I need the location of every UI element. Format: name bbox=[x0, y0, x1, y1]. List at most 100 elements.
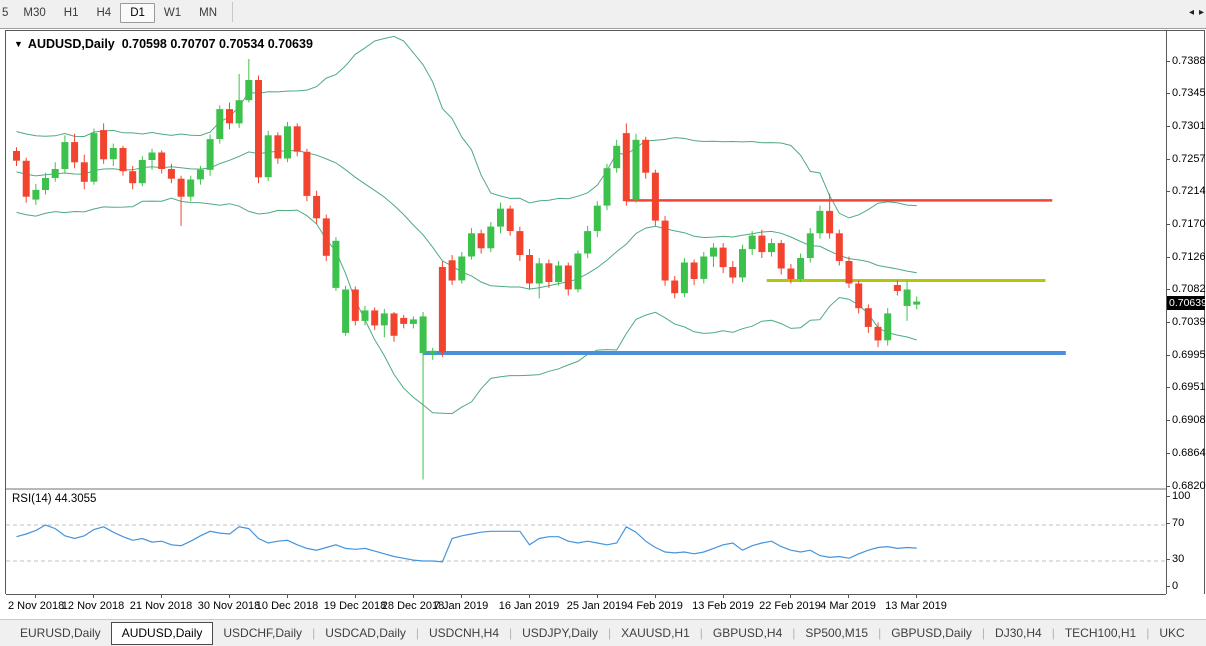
date-axis-label: 13 Feb 2019 bbox=[692, 600, 754, 612]
candle-body bbox=[236, 100, 243, 123]
chevron-down-icon[interactable]: ▼ bbox=[14, 39, 23, 49]
timeframe-button-d1[interactable]: D1 bbox=[120, 3, 155, 23]
chart-tab-dj30-h4[interactable]: DJ30,H4 bbox=[985, 623, 1052, 644]
timeframe-button-w1[interactable]: W1 bbox=[155, 4, 190, 22]
candle-body bbox=[468, 233, 475, 256]
chart-tab-tech100-h1[interactable]: TECH100,H1 bbox=[1055, 623, 1146, 644]
candle-body bbox=[313, 196, 320, 218]
tab-scroll-left-icon[interactable]: ◂ bbox=[1189, 7, 1194, 18]
main-chart-area[interactable]: ▼AUDUSD,Daily 0.70598 0.70707 0.70534 0.… bbox=[6, 31, 1166, 486]
candle-body bbox=[642, 140, 649, 173]
timeframe-button-m30[interactable]: M30 bbox=[14, 4, 54, 22]
timeframe-button-mn[interactable]: MN bbox=[190, 4, 226, 22]
date-axis: 2 Nov 201812 Nov 201821 Nov 201830 Nov 2… bbox=[6, 594, 1166, 618]
candles bbox=[13, 59, 920, 480]
candle-body bbox=[816, 211, 823, 233]
candle-body bbox=[391, 313, 398, 335]
chart-tab-usdcad-daily[interactable]: USDCAD,Daily bbox=[315, 623, 416, 644]
candle-body bbox=[294, 126, 301, 151]
candle-body bbox=[691, 263, 698, 280]
candle-body bbox=[429, 351, 436, 354]
timeframe-button-h4[interactable]: H4 bbox=[87, 4, 120, 22]
chart-tab-usdcnh-h4[interactable]: USDCNH,H4 bbox=[419, 623, 509, 644]
date-axis-label: 4 Mar 2019 bbox=[820, 600, 876, 612]
rsi-axis-label: 0 bbox=[1172, 580, 1178, 592]
date-axis-label: 13 Mar 2019 bbox=[885, 600, 947, 612]
candle-body bbox=[274, 135, 281, 158]
chart-symbol: AUDUSD,Daily bbox=[28, 37, 115, 51]
candle-body bbox=[255, 80, 262, 177]
candle-body bbox=[439, 267, 446, 352]
candle-body bbox=[768, 243, 775, 252]
candle-body bbox=[516, 231, 523, 255]
candle-body bbox=[584, 231, 591, 253]
price-tick bbox=[1167, 126, 1170, 127]
timeframe-button-5[interactable]: 5 bbox=[0, 4, 14, 22]
candle-body bbox=[371, 310, 378, 325]
date-axis-label: 10 Dec 2018 bbox=[256, 600, 318, 612]
candle-body bbox=[284, 126, 291, 158]
price-axis-label: 0.69080 bbox=[1172, 414, 1206, 426]
toolbar-separator bbox=[232, 2, 233, 22]
candle-body bbox=[410, 319, 417, 324]
rsi-indicator-panel[interactable]: RSI(14) 44.3055 bbox=[6, 488, 1166, 594]
bollinger-lower-band bbox=[17, 198, 917, 413]
date-tick bbox=[790, 595, 791, 598]
candle-body bbox=[778, 243, 785, 268]
chart-tab-usdchf-daily[interactable]: USDCHF,Daily bbox=[213, 623, 312, 644]
price-tick bbox=[1167, 257, 1170, 258]
price-axis-label: 0.71700 bbox=[1172, 218, 1206, 230]
chart-tab-gbpusd-daily[interactable]: GBPUSD,Daily bbox=[881, 623, 982, 644]
price-tick bbox=[1167, 93, 1170, 94]
chart-tab-usdjpy-daily[interactable]: USDJPY,Daily bbox=[512, 623, 608, 644]
chart-tab-sp500-m15[interactable]: SP500,M15 bbox=[795, 623, 878, 644]
candle-body bbox=[720, 248, 727, 268]
candle-body bbox=[536, 263, 543, 283]
price-tick bbox=[1167, 61, 1170, 62]
candle-body bbox=[187, 180, 194, 197]
rsi-axis-tick bbox=[1167, 559, 1170, 560]
candle-body bbox=[807, 233, 814, 258]
candle-body bbox=[120, 148, 127, 171]
candle-body bbox=[565, 266, 572, 290]
candle-body bbox=[216, 109, 223, 139]
chart-tab-ukc[interactable]: UKC bbox=[1149, 623, 1194, 644]
chart-tab-gbpusd-h4[interactable]: GBPUSD,H4 bbox=[703, 623, 792, 644]
candle-body bbox=[478, 233, 485, 248]
chart-tab-xauusd-h1[interactable]: XAUUSD,H1 bbox=[611, 623, 700, 644]
rsi-axis-label: 100 bbox=[1172, 490, 1190, 502]
candle-body bbox=[613, 146, 620, 168]
price-axis-label: 0.72570 bbox=[1172, 153, 1206, 165]
candle-body bbox=[894, 285, 901, 291]
candle-body bbox=[100, 130, 107, 159]
candle-body bbox=[836, 233, 843, 261]
candle-body bbox=[400, 318, 407, 324]
price-axis: 0.738800.734500.730100.725700.721400.717… bbox=[1166, 31, 1204, 594]
tab-scroll-arrows: ◂▸ bbox=[1184, 7, 1204, 18]
chart-tab-eurusd-daily[interactable]: EURUSD,Daily bbox=[10, 623, 111, 644]
candle-body bbox=[884, 313, 891, 340]
timeframe-button-h1[interactable]: H1 bbox=[55, 4, 88, 22]
price-tick bbox=[1167, 486, 1170, 487]
candle-body bbox=[226, 109, 233, 123]
candle-body bbox=[458, 257, 465, 281]
candle-body bbox=[110, 148, 117, 159]
candle-body bbox=[662, 221, 669, 281]
candle-body bbox=[604, 168, 611, 205]
candle-body bbox=[545, 263, 552, 282]
candle-body bbox=[342, 290, 349, 333]
candlestick-chart[interactable] bbox=[6, 31, 1166, 486]
rsi-axis-label: 30 bbox=[1172, 553, 1184, 565]
tab-scroll-right-icon[interactable]: ▸ bbox=[1199, 7, 1204, 18]
price-tick bbox=[1167, 224, 1170, 225]
chart-tab-audusd-daily[interactable]: AUDUSD,Daily bbox=[111, 622, 214, 645]
candle-body bbox=[846, 261, 853, 283]
candle-body bbox=[623, 133, 630, 201]
rsi-chart[interactable] bbox=[6, 490, 1166, 594]
price-axis-label: 0.69510 bbox=[1172, 381, 1206, 393]
price-axis-label: 0.68640 bbox=[1172, 447, 1206, 459]
candle-body bbox=[652, 173, 659, 221]
ohlc-low: 0.70534 bbox=[219, 37, 264, 51]
rsi-axis-label: 70 bbox=[1172, 517, 1184, 529]
candle-body bbox=[826, 211, 833, 233]
